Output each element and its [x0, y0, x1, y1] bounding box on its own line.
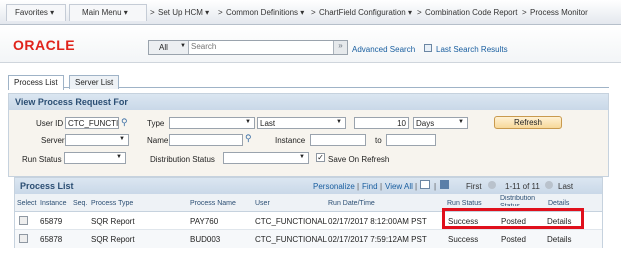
- chevron-down-icon: ▼: [299, 154, 305, 160]
- row-process-name: BUD003: [190, 235, 221, 244]
- zoom-grid-icon[interactable]: [420, 180, 430, 189]
- favorites-menu[interactable]: Favorites ▾: [6, 4, 66, 21]
- chevron-down-icon: ▼: [336, 119, 342, 125]
- search-scope-select[interactable]: All ▼: [149, 41, 189, 54]
- col-run-status[interactable]: Run Status: [447, 200, 482, 207]
- instance-label: Instance: [275, 136, 306, 145]
- user-id-input[interactable]: CTC_FUNCTIO: [65, 117, 119, 129]
- highlight-box: [442, 208, 584, 229]
- row-instance: 65879: [40, 217, 63, 226]
- col-select: Select: [17, 200, 37, 207]
- next-page-icon[interactable]: [545, 181, 553, 189]
- row-run-date-time: 02/17/2017 7:59:12AM PST: [328, 235, 427, 244]
- chevron-down-icon: ▼: [116, 154, 122, 160]
- top-nav-bar: Favorites ▾ Main Menu ▾ > Set Up HCM ▾ >…: [0, 0, 621, 25]
- period-unit-select[interactable]: Days ▼: [413, 117, 468, 129]
- run-status-label: Run Status: [22, 155, 62, 164]
- crumb-sep-icon: >: [311, 8, 316, 17]
- refresh-button[interactable]: Refresh: [494, 116, 562, 129]
- row-user: CTC_FUNCTIONAL: [255, 235, 328, 244]
- search-go-button[interactable]: »: [333, 41, 347, 54]
- server-label: Server: [41, 136, 65, 145]
- col-seq[interactable]: Seq.: [73, 200, 87, 207]
- chevron-down-icon: ▼: [458, 119, 464, 125]
- name-input[interactable]: [169, 134, 243, 146]
- main-menu-label: Main Menu: [82, 8, 122, 17]
- search-icon[interactable]: ⚲: [245, 133, 252, 144]
- row-process-type: SQR Report: [91, 217, 135, 226]
- download-icon[interactable]: [440, 180, 449, 189]
- row-run-date-time: 02/17/2017 8:12:00AM PST: [328, 217, 427, 226]
- name-label: Name: [147, 136, 169, 145]
- save-on-refresh-label: Save On Refresh: [328, 155, 390, 164]
- breadcrumb-set-up-hcm[interactable]: Set Up HCM ▾: [158, 8, 209, 17]
- breadcrumb-process-monitor[interactable]: Process Monitor: [530, 8, 588, 17]
- col-process-name[interactable]: Process Name: [190, 200, 236, 207]
- chevron-down-icon: ▼: [119, 136, 125, 142]
- crumb-sep-icon: >: [218, 8, 223, 17]
- chevron-down-icon: ▼: [245, 119, 251, 125]
- personalize-link[interactable]: Personalize: [313, 182, 355, 191]
- row-user: CTC_FUNCTIONAL: [255, 217, 328, 226]
- first-label[interactable]: First: [466, 182, 482, 191]
- save-on-refresh-checkbox[interactable]: ✓: [316, 153, 325, 162]
- search-icon[interactable]: ⚲: [121, 117, 128, 128]
- col-details: Details: [548, 200, 570, 207]
- period-number-input[interactable]: 10: [354, 117, 409, 129]
- distribution-status-select[interactable]: ▼: [223, 152, 309, 164]
- server-select[interactable]: ▼: [65, 134, 129, 146]
- user-id-label: User ID: [36, 119, 64, 128]
- oracle-logo: ORACLE: [13, 37, 76, 53]
- favorites-label: Favorites: [15, 8, 48, 17]
- last-search-icon: [424, 44, 432, 52]
- type-label: Type: [147, 119, 165, 128]
- row-details-link[interactable]: Details: [547, 235, 571, 244]
- col-user[interactable]: User: [255, 200, 270, 207]
- search-input[interactable]: [191, 42, 331, 51]
- row-process-type: SQR Report: [91, 235, 135, 244]
- row-select-checkbox[interactable]: [19, 216, 28, 225]
- instance-from-input[interactable]: [310, 134, 366, 146]
- crumb-sep-icon: >: [417, 8, 422, 17]
- row-instance: 65878: [40, 235, 63, 244]
- crumb-sep-icon: >: [522, 8, 527, 17]
- crumb-sep-icon: >: [150, 8, 155, 17]
- last-search-results-link[interactable]: Last Search Results: [436, 45, 508, 54]
- page-range: 1-11 of 11: [505, 182, 540, 191]
- breadcrumb-combination-code-report[interactable]: Combination Code Report: [425, 8, 518, 17]
- breadcrumb-common-definitions[interactable]: Common Definitions ▾: [226, 8, 304, 17]
- filter-panel-title: View Process Request For: [9, 94, 608, 110]
- run-status-select[interactable]: ▼: [64, 152, 126, 164]
- view-all-link[interactable]: View All: [385, 182, 413, 191]
- period-select[interactable]: Last ▼: [257, 117, 346, 129]
- advanced-search-link[interactable]: Advanced Search: [352, 45, 415, 54]
- find-link[interactable]: Find: [362, 182, 378, 191]
- col-distribution-status[interactable]: Distribution Status: [500, 195, 540, 206]
- col-instance[interactable]: Instance: [40, 200, 66, 207]
- previous-page-icon[interactable]: [488, 181, 496, 189]
- row-process-name: PAY760: [190, 217, 219, 226]
- tab-process-list[interactable]: Process List: [8, 75, 64, 90]
- instance-to-input[interactable]: [386, 134, 436, 146]
- row-distribution-status: Posted: [501, 235, 526, 244]
- breadcrumb-chartfield-configuration[interactable]: ChartField Configuration ▾: [319, 8, 412, 17]
- distribution-status-label: Distribution Status: [150, 155, 215, 164]
- last-label[interactable]: Last: [558, 182, 573, 191]
- tab-server-list[interactable]: Server List: [69, 75, 120, 89]
- type-select[interactable]: ▼: [169, 117, 255, 129]
- row-select-checkbox[interactable]: [19, 234, 28, 243]
- main-menu[interactable]: Main Menu ▾: [69, 4, 147, 21]
- row-run-status: Success: [448, 235, 479, 244]
- to-label: to: [375, 136, 382, 145]
- chevron-down-icon: ▼: [180, 43, 186, 49]
- process-list-title: Process List: [20, 181, 74, 191]
- col-run-date-time[interactable]: Run Date/Time: [328, 200, 375, 207]
- col-process-type[interactable]: Process Type: [91, 200, 133, 207]
- search-scope-value: All: [159, 43, 168, 52]
